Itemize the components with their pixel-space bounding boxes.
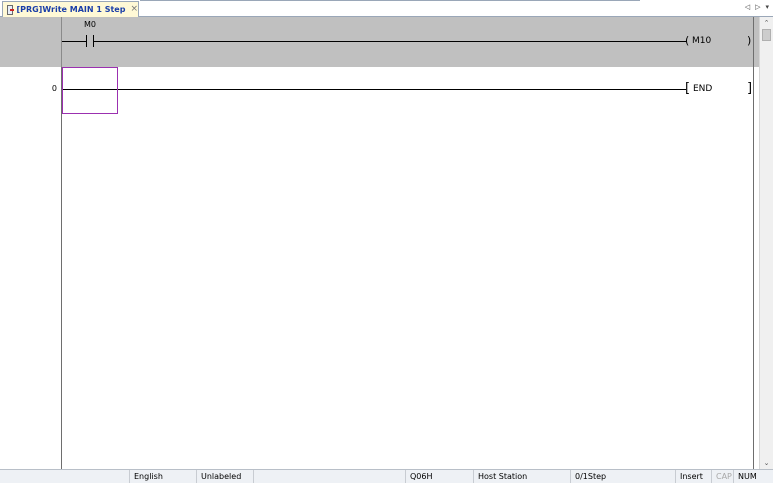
ladder-editor[interactable]: M0 ( M10 ) 0 [ END ] xyxy=(0,17,759,469)
contact-device-label: M0 xyxy=(84,20,96,29)
tab-navigation: ◁ ▷ ▾ xyxy=(745,3,769,11)
arrow-right-icon[interactable]: ▷ xyxy=(755,3,760,11)
right-power-rail xyxy=(753,17,754,469)
scrollbar-thumb[interactable] xyxy=(762,29,771,41)
status-steps: 0/1Step xyxy=(571,470,676,483)
status-num-lock: NUM xyxy=(738,472,757,481)
status-mode: Insert xyxy=(676,470,712,483)
edit-cursor[interactable] xyxy=(62,67,118,114)
coil-close-paren: ) xyxy=(747,34,752,47)
header-rung-band xyxy=(0,17,759,67)
status-language: English xyxy=(130,470,197,483)
status-label-state: Unlabeled xyxy=(197,470,254,483)
header-rung-line-main xyxy=(94,41,686,42)
end-instruction[interactable]: END xyxy=(693,84,712,94)
contact-m0-left-bar[interactable] xyxy=(86,35,87,47)
header-rung-line-left xyxy=(62,41,86,42)
status-spacer xyxy=(254,470,406,483)
arrow-left-icon[interactable]: ◁ xyxy=(745,3,750,11)
close-icon[interactable]: × xyxy=(130,5,138,14)
status-empty xyxy=(0,470,130,483)
ladder-program-icon xyxy=(7,4,15,15)
vertical-scrollbar[interactable]: ⌃ ⌄ xyxy=(759,17,773,469)
end-close-bracket: ] xyxy=(747,81,753,96)
step-number-column xyxy=(0,67,62,469)
step-number: 0 xyxy=(51,84,57,93)
tab-prg-write-main[interactable]: [PRG]Write MAIN 1 Step × xyxy=(2,1,139,17)
document-tab-strip: [PRG]Write MAIN 1 Step × ◁ ▷ ▾ xyxy=(0,0,773,17)
coil-open-paren: ( xyxy=(685,34,690,47)
header-step-column xyxy=(0,17,62,67)
tab-strip-border xyxy=(140,0,640,1)
scroll-up-icon[interactable]: ⌃ xyxy=(760,17,773,29)
end-rung-line xyxy=(62,89,686,90)
status-station: Host Station xyxy=(474,470,571,483)
dropdown-icon[interactable]: ▾ xyxy=(765,3,769,11)
status-cpu-type: Q06H xyxy=(406,470,474,483)
scroll-down-icon[interactable]: ⌄ xyxy=(760,457,773,469)
coil-device-label[interactable]: M10 xyxy=(692,36,711,46)
end-open-bracket: [ xyxy=(685,81,691,96)
status-caps-lock: CAP xyxy=(712,470,734,483)
status-bar: English Unlabeled Q06H Host Station 0/1S… xyxy=(0,469,773,483)
tab-title: [PRG]Write MAIN 1 Step xyxy=(16,5,126,14)
